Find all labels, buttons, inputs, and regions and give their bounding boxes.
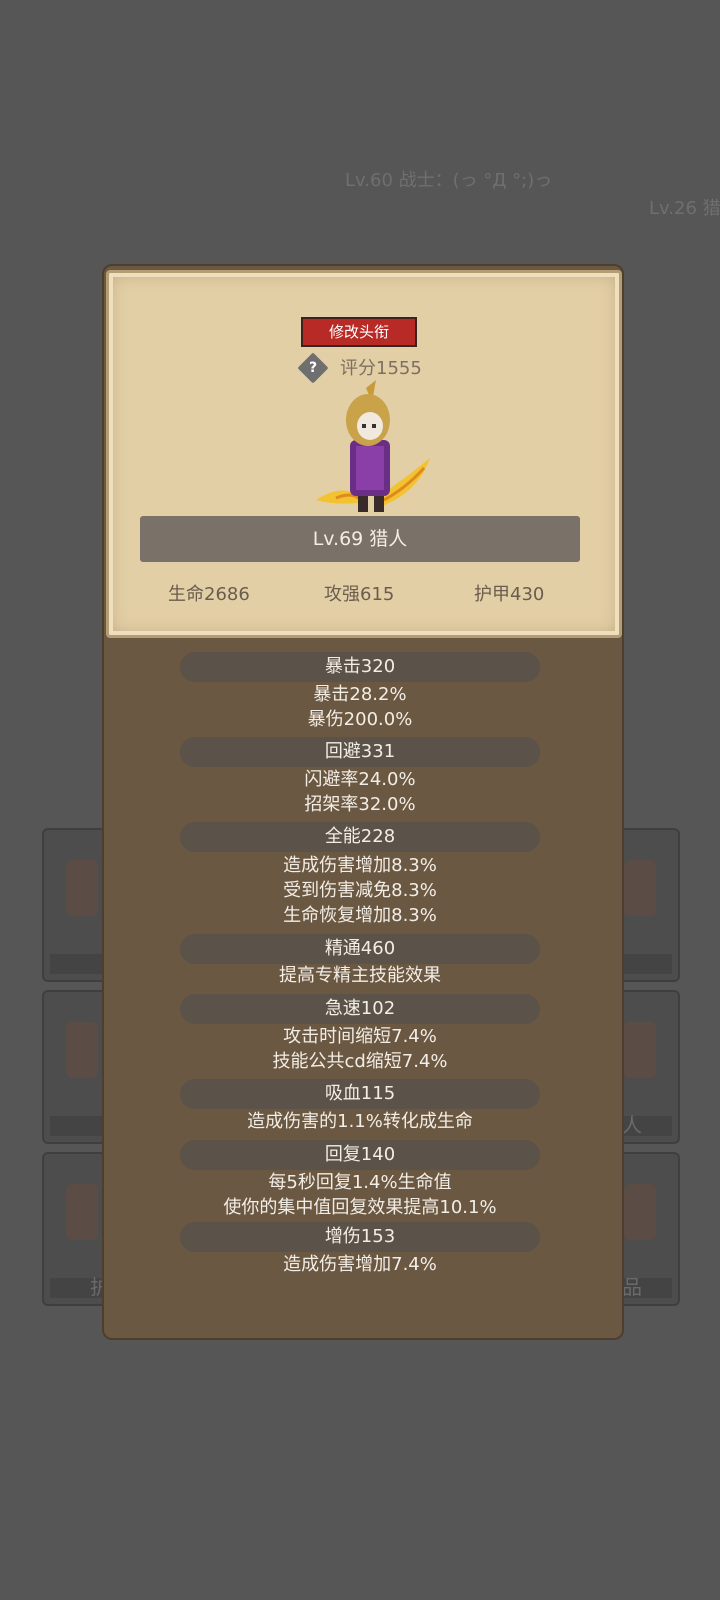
- stat-line: 闪避率24.0%: [304, 769, 416, 790]
- stat-header-haste: 急速102: [180, 994, 540, 1024]
- stat-header-regen: 回复140: [180, 1140, 540, 1170]
- stat-line: 攻击时间缩短7.4%: [283, 1026, 437, 1047]
- equip-slot-left-middle: [42, 990, 110, 1144]
- stat-line: 造成伤害增加7.4%: [283, 1254, 437, 1275]
- slot-label: 人: [622, 1113, 642, 1137]
- stat-line: 造成伤害的1.1%转化成生命: [247, 1111, 473, 1132]
- level-class-bar: Lv.69 猎人: [140, 516, 580, 562]
- stat-line: 提高专精主技能效果: [279, 965, 441, 986]
- player-line-2: Lv.26 猎: [649, 198, 720, 219]
- edit-title-button[interactable]: 修改头衔: [301, 317, 417, 347]
- stat-header-dodge: 回避331: [180, 737, 540, 767]
- stat-line: 技能公共cd缩短7.4%: [272, 1051, 448, 1072]
- stat-line: 招架率32.0%: [304, 794, 416, 815]
- equip-slot-left-bottom: 护: [42, 1152, 110, 1306]
- hunter-avatar: [316, 380, 430, 512]
- player-line-1: Lv.60 战士：(っ °Д °;)っ: [345, 170, 553, 191]
- stat-header-lifesteal: 吸血115: [180, 1079, 540, 1109]
- stat-header-versatility: 全能228: [180, 822, 540, 852]
- stat-header-mastery: 精通460: [180, 934, 540, 964]
- slot-label: 品: [622, 1275, 642, 1299]
- stat-line: 暴击28.2%: [313, 684, 407, 705]
- base-stat-attack-power: 攻强615: [324, 584, 395, 605]
- equip-slot-left-top: [42, 828, 110, 982]
- stat-line: 暴伤200.0%: [307, 709, 413, 730]
- base-stat-armor: 护甲430: [474, 584, 545, 605]
- stat-line: 每5秒回复1.4%生命值: [268, 1172, 452, 1193]
- base-stat-health: 生命2686: [168, 584, 250, 605]
- stat-line: 造成伤害增加8.3%: [283, 855, 437, 876]
- stat-line: 使你的集中值回复效果提高10.1%: [223, 1197, 497, 1218]
- stat-line: 受到伤害减免8.3%: [283, 880, 437, 901]
- stat-header-damage-boost: 增伤153: [180, 1222, 540, 1252]
- score-label: 评分1555: [340, 358, 422, 379]
- stat-header-crit: 暴击320: [180, 652, 540, 682]
- help-icon-glyph: ?: [308, 360, 318, 376]
- stat-line: 生命恢复增加8.3%: [283, 905, 437, 926]
